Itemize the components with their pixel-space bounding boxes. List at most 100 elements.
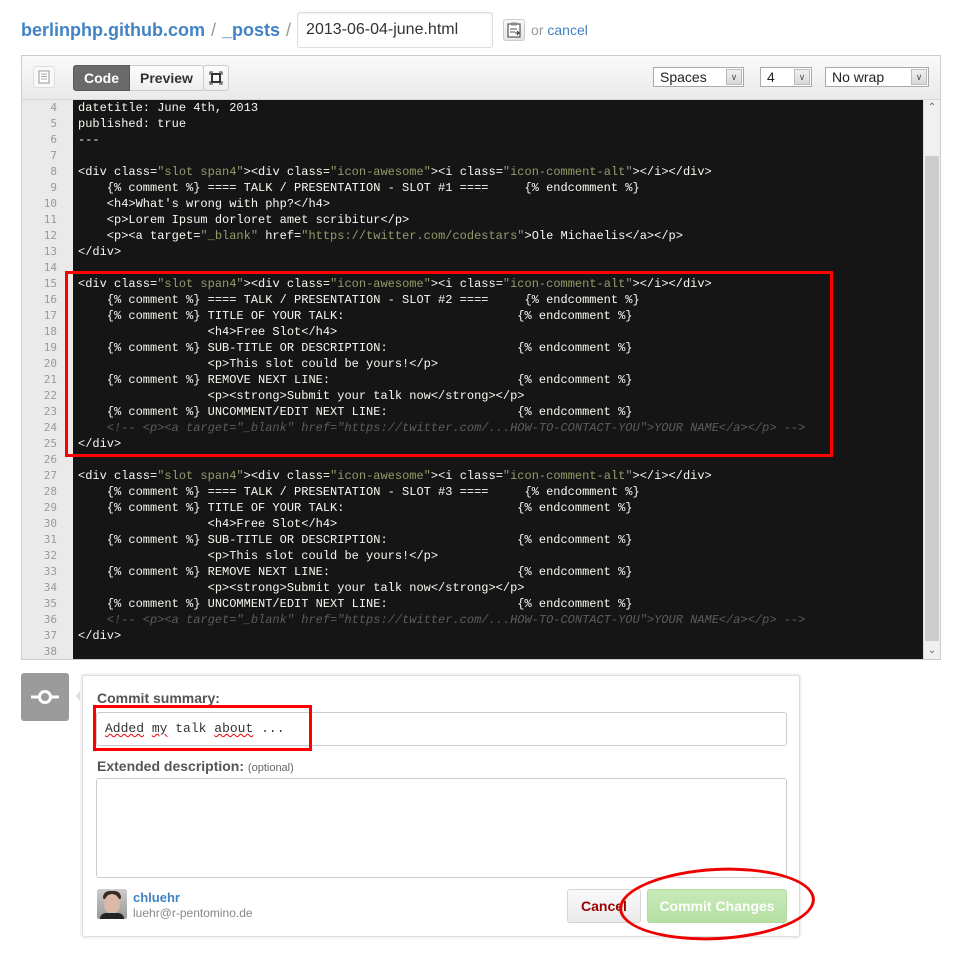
avatar [97, 889, 127, 919]
code-editor: Code Preview Spaces ∨ 4 ∨ No wrap ∨ 4 dat… [21, 55, 941, 660]
line-number: 37 [22, 628, 73, 644]
line-number: 33 [22, 564, 73, 580]
breadcrumb-repo-link[interactable]: berlinphp.github.com [21, 20, 205, 41]
commit-summary-label: Commit summary: [97, 690, 220, 706]
code-line: 37 </div> [22, 628, 925, 644]
line-content: <!-- <p><a target="_blank" href="https:/… [78, 421, 806, 435]
line-content: {% comment %} REMOVE NEXT LINE: {% endco… [78, 373, 633, 387]
line-number: 26 [22, 452, 73, 468]
line-number: 19 [22, 340, 73, 356]
or-cancel: or cancel [531, 22, 588, 38]
line-number: 6 [22, 132, 73, 148]
line-number: 24 [22, 420, 73, 436]
line-content: {% comment %} ==== TALK / PRESENTATION -… [78, 293, 640, 307]
scroll-up-icon[interactable]: ⌃ [924, 100, 940, 116]
indent-size-select[interactable]: 4 ∨ [760, 67, 812, 87]
code-line: 5 published: true [22, 116, 925, 132]
indent-mode-select[interactable]: Spaces ∨ [653, 67, 744, 87]
code-line: 31 {% comment %} SUB-TITLE OR DESCRIPTIO… [22, 532, 925, 548]
code-line: 9 {% comment %} ==== TALK / PRESENTATION… [22, 180, 925, 196]
line-number: 35 [22, 596, 73, 612]
line-number: 28 [22, 484, 73, 500]
code-lines: 4 datetitle: June 4th, 2013 5 published: tr… [22, 100, 925, 659]
code-line: 34 <p><strong>Submit your talk now</stro… [22, 580, 925, 596]
line-number: 31 [22, 532, 73, 548]
line-number: 12 [22, 228, 73, 244]
commit-changes-button[interactable]: Commit Changes [647, 889, 787, 923]
line-number: 25 [22, 436, 73, 452]
line-content: {% comment %} SUB-TITLE OR DESCRIPTION: … [78, 341, 633, 355]
user-name-link[interactable]: chluehr [133, 890, 180, 905]
line-number: 7 [22, 148, 73, 164]
line-content: <p>This slot could be yours!</p> [78, 549, 439, 563]
code-line: 21 {% comment %} REMOVE NEXT LINE: {% en… [22, 372, 925, 388]
line-content: </div> [78, 629, 122, 643]
breadcrumb: berlinphp.github.com / _posts / or cance… [21, 12, 588, 48]
editor-tabs: Code Preview [73, 65, 204, 91]
file-view-button[interactable] [33, 66, 55, 88]
line-number: 8 [22, 164, 73, 180]
tab-code[interactable]: Code [73, 65, 130, 91]
breadcrumb-directory-link[interactable]: _posts [222, 20, 280, 41]
line-number: 15 [22, 276, 73, 292]
breadcrumb-separator: / [210, 19, 216, 40]
chevron-down-icon: ∨ [726, 69, 742, 85]
line-content: {% comment %} SUB-TITLE OR DESCRIPTION: … [78, 533, 633, 547]
line-content: <p><strong>Submit your talk now</strong>… [78, 581, 525, 595]
extended-description-input[interactable] [96, 778, 787, 878]
line-number: 10 [22, 196, 73, 212]
wrap-mode-value: No wrap [832, 69, 885, 85]
line-content: <h4>Free Slot</h4> [78, 325, 338, 339]
cancel-link[interactable]: cancel [547, 22, 587, 38]
line-number: 27 [22, 468, 73, 484]
code-line: 26 [22, 452, 925, 468]
scroll-down-icon[interactable]: ⌄ [924, 643, 940, 659]
code-line: 25 </div> [22, 436, 925, 452]
line-number: 32 [22, 548, 73, 564]
line-content: {% comment %} REMOVE NEXT LINE: {% endco… [78, 565, 633, 579]
code-line: 35 {% comment %} UNCOMMENT/EDIT NEXT LIN… [22, 596, 925, 612]
editor-scrollbar[interactable]: ⌃ ⌄ [923, 100, 940, 659]
code-line: 20 <p>This slot could be yours!</p> [22, 356, 925, 372]
filename-input[interactable] [297, 12, 494, 48]
code-textarea[interactable]: 4 datetitle: June 4th, 2013 5 published: tr… [22, 100, 925, 659]
copy-path-button[interactable] [503, 19, 526, 41]
line-number: 5 [22, 116, 73, 132]
code-line: 36 <!-- <p><a target="_blank" href="http… [22, 612, 925, 628]
code-line: 28 {% comment %} ==== TALK / PRESENTATIO… [22, 484, 925, 500]
line-content: <div class="slot span4"><div class="icon… [78, 165, 712, 179]
code-line: 4 datetitle: June 4th, 2013 [22, 100, 925, 116]
line-number: 18 [22, 324, 73, 340]
editor-toolbar: Code Preview Spaces ∨ 4 ∨ No wrap ∨ [22, 56, 940, 100]
cancel-button[interactable]: Cancel [567, 889, 641, 923]
line-number: 4 [22, 100, 73, 116]
line-content: {% comment %} UNCOMMENT/EDIT NEXT LINE: … [78, 597, 633, 611]
line-content: <h4>Free Slot</h4> [78, 517, 338, 531]
code-line: 19 {% comment %} SUB-TITLE OR DESCRIPTIO… [22, 340, 925, 356]
line-content: {% comment %} UNCOMMENT/EDIT NEXT LINE: … [78, 405, 633, 419]
code-line: 30 <h4>Free Slot</h4> [22, 516, 925, 532]
line-number: 13 [22, 244, 73, 260]
line-content: <p><a target="_blank" href="https://twit… [78, 229, 683, 243]
line-content: <p><strong>Submit your talk now</strong>… [78, 389, 525, 403]
chevron-down-icon: ∨ [911, 69, 927, 85]
wrap-mode-select[interactable]: No wrap ∨ [825, 67, 929, 87]
code-line: 18 <h4>Free Slot</h4> [22, 324, 925, 340]
commit-summary-input[interactable] [96, 712, 787, 746]
fullscreen-button[interactable] [203, 65, 229, 91]
line-number: 29 [22, 500, 73, 516]
line-number: 14 [22, 260, 73, 276]
code-line: 14 [22, 260, 925, 276]
code-line: 15 <div class="slot span4"><div class="ic… [22, 276, 925, 292]
breadcrumb-separator: / [286, 19, 292, 40]
code-line: 33 {% comment %} REMOVE NEXT LINE: {% en… [22, 564, 925, 580]
line-number: 11 [22, 212, 73, 228]
line-number: 38 [22, 644, 73, 659]
line-content: {% comment %} TITLE OF YOUR TALK: {% end… [78, 501, 633, 515]
code-line: 27 <div class="slot span4"><div class="ic… [22, 468, 925, 484]
line-content [73, 452, 78, 468]
line-number: 16 [22, 292, 73, 308]
scrollbar-thumb[interactable] [925, 156, 939, 641]
line-content: datetitle: June 4th, 2013 [78, 101, 259, 115]
tab-preview[interactable]: Preview [130, 65, 204, 91]
